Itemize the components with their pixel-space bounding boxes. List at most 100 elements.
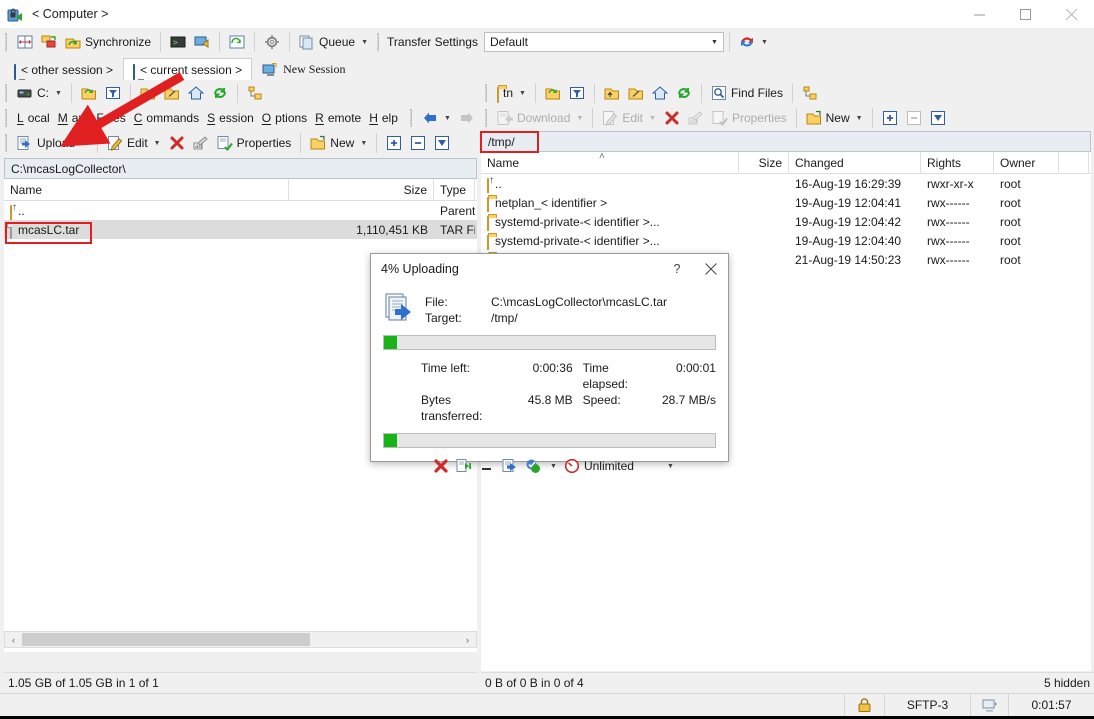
keep-remote-directory-button[interactable] (225, 31, 249, 53)
split-panels-button[interactable] (13, 31, 37, 53)
red-x-icon[interactable] (433, 458, 449, 474)
chevron-down-icon[interactable]: ▼ (519, 90, 526, 97)
toolbar-grip[interactable] (5, 33, 8, 51)
remote-filter-button[interactable] (565, 82, 589, 104)
remote-path-selector[interactable]: tn ▼ (493, 82, 530, 104)
remote-unselect-button[interactable] (902, 107, 926, 129)
queue-button[interactable]: Queue ▼ (295, 31, 372, 53)
toolbar-grip[interactable] (5, 134, 8, 152)
table-row[interactable]: .. 16-Aug-19 16:29:39 rwxr-xr-x root (481, 174, 1091, 193)
toolbar-grip[interactable] (410, 109, 413, 127)
remote-column-size[interactable]: Size (739, 152, 789, 174)
speed-gauge-icon[interactable] (564, 458, 580, 474)
console-button[interactable]: > (166, 31, 190, 53)
chevron-down-icon[interactable]: ▼ (154, 140, 161, 147)
lock-icon[interactable] (844, 694, 884, 717)
tab-other-session[interactable]: < other session > (4, 58, 123, 80)
local-delete-button[interactable] (165, 132, 189, 154)
chevron-down-icon[interactable]: ▼ (761, 39, 768, 46)
scroll-thumb[interactable] (22, 633, 310, 646)
chevron-down-icon[interactable]: ▼ (576, 115, 583, 122)
local-refresh-button[interactable] (208, 82, 232, 104)
menu-mark[interactable]: Mark (54, 107, 93, 129)
putty-button[interactable] (190, 31, 214, 53)
remote-column-owner[interactable]: Owner (994, 152, 1059, 174)
menu-commands[interactable]: Commands (130, 107, 203, 129)
table-row[interactable]: systemd-private-< identifier >... 19-Aug… (481, 212, 1091, 231)
remote-properties-button[interactable]: Properties (708, 107, 791, 129)
chevron-down-icon[interactable]: ▼ (55, 90, 62, 97)
nav-back-button[interactable]: ▼ (418, 107, 455, 129)
minimize-button[interactable] (956, 0, 1002, 28)
toolbar-grip[interactable] (485, 109, 488, 127)
scroll-left-arrow-icon[interactable]: ‹ (5, 635, 22, 645)
upload-button[interactable]: Upload ▼ (13, 132, 92, 154)
tab-current-session[interactable]: < current session > (123, 58, 252, 80)
table-row[interactable]: systemd-private-< identifier >... 19-Aug… (481, 231, 1091, 250)
transfer-settings-select[interactable]: Default ▼ (484, 32, 724, 52)
transfer-preset-button[interactable]: ▼ (735, 31, 772, 53)
chevron-down-icon[interactable]: ▼ (649, 115, 656, 122)
menu-files[interactable]: Files (92, 107, 129, 129)
remote-delete-button[interactable] (660, 107, 684, 129)
local-column-size[interactable]: Size (289, 179, 434, 201)
dialog-help-button[interactable]: ? (660, 254, 694, 284)
remote-home-button[interactable] (648, 82, 672, 104)
local-path-bar[interactable]: C:\mcasLogCollector\ (4, 158, 477, 179)
download-button[interactable]: Download ▼ (493, 107, 587, 129)
remote-refresh-button[interactable] (672, 82, 696, 104)
chevron-down-icon[interactable]: ▼ (706, 39, 723, 46)
transfer-indicator-icon[interactable] (970, 694, 1008, 717)
menu-local[interactable]: Local (13, 107, 54, 129)
local-home-button[interactable] (184, 82, 208, 104)
remote-open-directory-button[interactable] (541, 82, 565, 104)
table-row[interactable]: mcasLC.tar 1,110,451 KB TAR File (4, 220, 477, 239)
menu-help[interactable]: Help (365, 107, 402, 129)
chevron-down-icon[interactable]: ▼ (444, 115, 451, 122)
toolbar-grip[interactable] (377, 33, 380, 51)
tab-new-session[interactable]: New Session (252, 58, 355, 80)
menu-options[interactable]: Options (258, 107, 311, 129)
local-new-button[interactable]: New ▼ (306, 132, 371, 154)
remote-rename-button[interactable]: ab (684, 107, 708, 129)
local-unselect-button[interactable] (406, 132, 430, 154)
local-new-file-button[interactable] (160, 82, 184, 104)
remote-parent-dir-button[interactable] (600, 82, 624, 104)
preferences-button[interactable] (260, 31, 284, 53)
local-filter-button[interactable] (101, 82, 125, 104)
minimize-icon[interactable] (479, 458, 495, 474)
synchronize-browsing-button[interactable] (37, 31, 61, 53)
local-select-all-button[interactable] (382, 132, 406, 154)
toolbar-grip[interactable] (5, 109, 8, 127)
local-horizontal-scrollbar[interactable]: ‹ › (4, 631, 477, 648)
chevron-down-icon[interactable]: ▼ (81, 140, 88, 147)
table-row[interactable]: netplan_< identifier > 19-Aug-19 12:04:4… (481, 193, 1091, 212)
menu-remote[interactable]: Remote (311, 107, 365, 129)
local-column-type[interactable]: Type (434, 179, 475, 201)
green-check-icon[interactable] (525, 458, 541, 474)
local-directory-tree-button[interactable] (243, 82, 267, 104)
chevron-down-icon[interactable]: ▼ (856, 115, 863, 122)
scroll-right-arrow-icon[interactable]: › (459, 635, 476, 645)
find-files-button[interactable]: Find Files (707, 82, 787, 104)
remote-new-button[interactable]: New ▼ (802, 107, 867, 129)
local-edit-button[interactable]: Edit ▼ (103, 132, 165, 154)
remote-column-name[interactable]: Name ˄ (481, 152, 739, 174)
remote-directory-tree-button[interactable] (798, 82, 822, 104)
menu-session[interactable]: Session (203, 107, 258, 129)
local-new-folder-button[interactable] (136, 82, 160, 104)
remote-column-rights[interactable]: Rights (921, 152, 994, 174)
local-drive-selector[interactable]: C: ▼ (13, 82, 66, 104)
remote-invert-selection-button[interactable] (926, 107, 950, 129)
chevron-down-icon[interactable]: ▼ (550, 463, 557, 470)
synchronize-button[interactable]: Synchronize (61, 31, 155, 53)
protocol-indicator[interactable]: SFTP-3 (884, 694, 970, 717)
chevron-down-icon[interactable]: ▼ (360, 140, 367, 147)
dialog-close-button[interactable] (694, 254, 728, 284)
toolbar-grip[interactable] (5, 84, 8, 102)
toolbar-grip[interactable] (485, 84, 488, 102)
remote-path-bar[interactable]: /tmp/ (481, 131, 1091, 152)
remote-new-dir-button[interactable] (624, 82, 648, 104)
local-column-name[interactable]: Name (4, 179, 289, 201)
queue-move-icon[interactable] (456, 458, 472, 474)
